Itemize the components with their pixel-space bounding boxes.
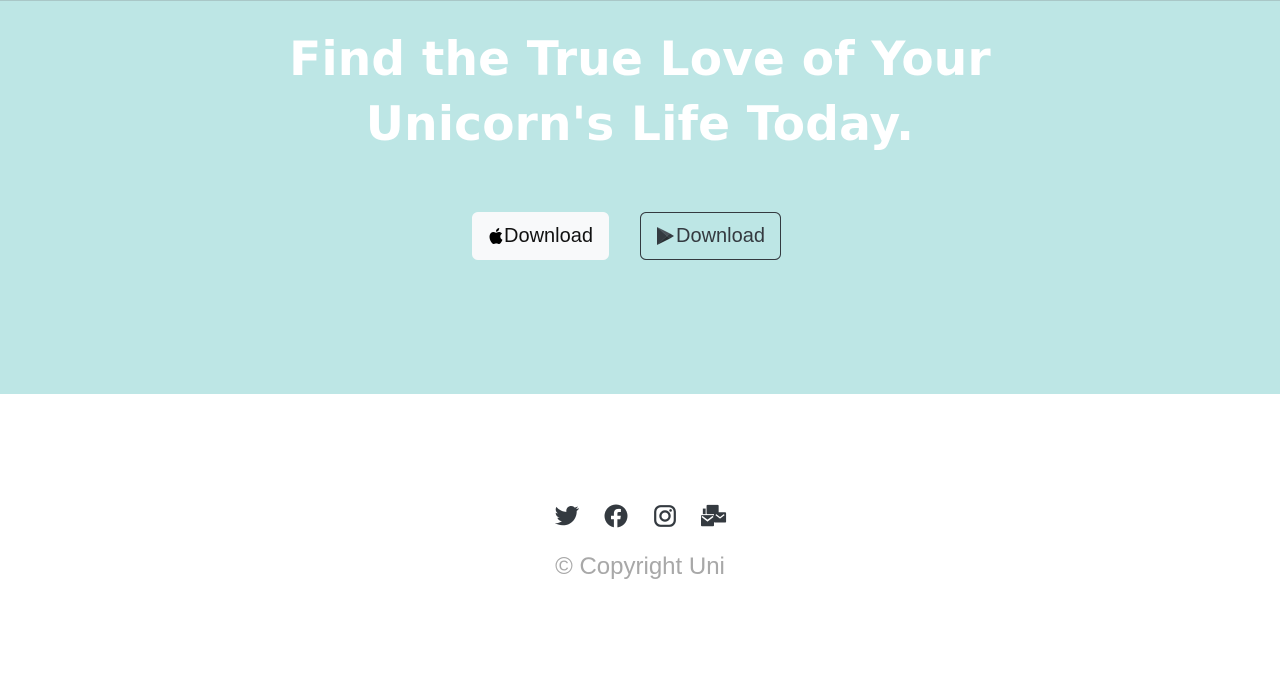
twitter-icon[interactable]: [554, 503, 580, 529]
apple-download-label: Download: [504, 224, 593, 247]
instagram-icon[interactable]: [652, 503, 678, 529]
facebook-icon[interactable]: [603, 503, 629, 529]
copyright-text: © Copyright Uni: [555, 553, 725, 580]
mail-bulk-icon[interactable]: [700, 503, 727, 529]
hero-title: Find the True Love of Your Unicorn's Lif…: [289, 32, 991, 152]
google-play-icon: [656, 226, 675, 246]
apple-icon: [488, 227, 503, 245]
apple-download-button[interactable]: Download: [472, 212, 609, 260]
google-play-download-label: Download: [676, 224, 765, 247]
social-links: [0, 503, 1280, 529]
hero-section: Find the True Love of Your Unicorn's Lif…: [0, 1, 1280, 394]
google-play-download-button[interactable]: Download: [640, 212, 781, 260]
